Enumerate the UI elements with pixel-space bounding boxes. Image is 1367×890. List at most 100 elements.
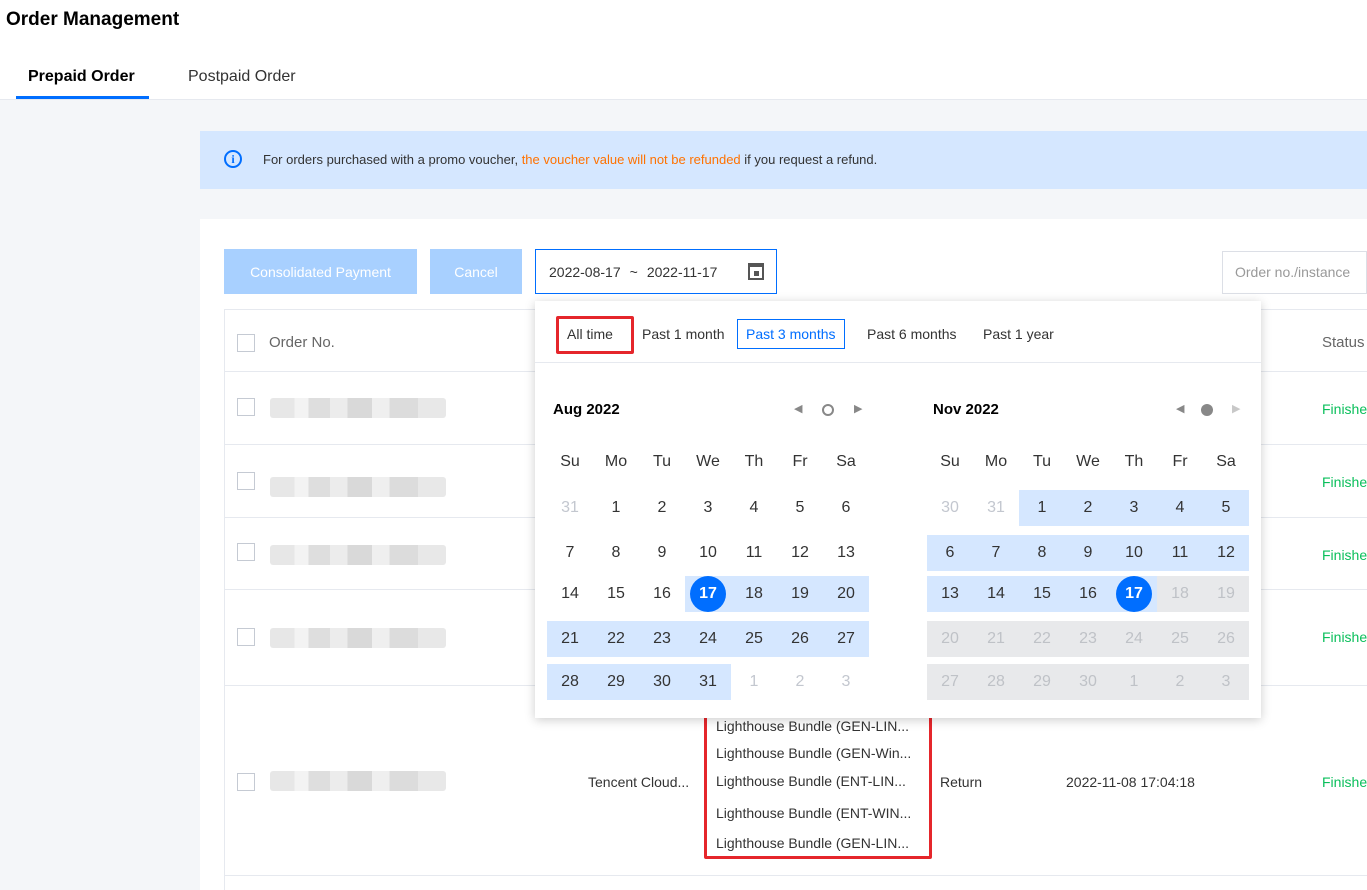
- calendar-icon[interactable]: [748, 263, 764, 280]
- calendar-day: 23: [1065, 621, 1111, 657]
- calendar-day[interactable]: 7: [973, 535, 1019, 571]
- prev-month-icon[interactable]: ◀: [1176, 402, 1184, 415]
- calendar-day[interactable]: 9: [1065, 535, 1111, 571]
- calendar-day[interactable]: 21: [547, 621, 593, 657]
- calendar-day[interactable]: 2: [639, 490, 685, 526]
- select-all-checkbox[interactable]: [237, 334, 255, 352]
- calendar-day[interactable]: 14: [973, 576, 1019, 612]
- calendar-day[interactable]: 27: [823, 621, 869, 657]
- calendar-day[interactable]: 8: [1019, 535, 1065, 571]
- row-checkbox[interactable]: [237, 543, 255, 561]
- calendar-day: 28: [973, 664, 1019, 700]
- next-month-icon[interactable]: ▶: [854, 402, 862, 415]
- page-header: Order Management Prepaid Order Postpaid …: [0, 0, 1367, 100]
- calendar-day: 18: [1157, 576, 1203, 612]
- row-checkbox[interactable]: [237, 398, 255, 416]
- calendar-day[interactable]: 4: [731, 490, 777, 526]
- product-name: Tencent Cloud...: [588, 774, 690, 790]
- calendar-day[interactable]: 7: [547, 535, 593, 571]
- calendar-day[interactable]: 25: [731, 621, 777, 657]
- order-type: Return: [940, 774, 983, 790]
- refund-notice-banner: i For orders purchased with a promo vouc…: [200, 131, 1367, 189]
- weekday-label: Fr: [1172, 453, 1188, 470]
- calendar-day[interactable]: 19: [777, 576, 823, 612]
- calendar-day[interactable]: 3: [1111, 490, 1157, 526]
- calendar-day[interactable]: 11: [731, 535, 777, 571]
- prev-month-icon[interactable]: ◀: [794, 402, 802, 415]
- notice-text-highlight: the voucher value will not be refunded: [521, 152, 741, 167]
- calendar-day[interactable]: 5: [1203, 490, 1249, 526]
- cancel-button[interactable]: Cancel: [430, 249, 522, 294]
- today-indicator-icon[interactable]: [822, 404, 834, 416]
- calendar-day[interactable]: 31: [685, 664, 731, 700]
- calendar-day[interactable]: 16: [639, 576, 685, 612]
- calendar-day[interactable]: 1: [1019, 490, 1065, 526]
- preset-past-6-months[interactable]: Past 6 months: [858, 319, 966, 349]
- preset-past-1-year[interactable]: Past 1 year: [974, 319, 1063, 349]
- order-time: 2022-11-08 17:04:18: [1066, 774, 1195, 790]
- calendar-day[interactable]: 13: [823, 535, 869, 571]
- calendar-day[interactable]: 18: [731, 576, 777, 612]
- weekday-label: Mo: [984, 453, 1008, 470]
- calendar-day[interactable]: 12: [1203, 535, 1249, 571]
- calendar-day[interactable]: 28: [547, 664, 593, 700]
- calendar-day[interactable]: 29: [593, 664, 639, 700]
- calendar-day: 2: [795, 673, 805, 690]
- calendar-day[interactable]: 13: [927, 576, 973, 612]
- date-range-input[interactable]: 2022-08-17 ~ 2022-11-17: [535, 249, 777, 294]
- weekday-label: Th: [744, 453, 764, 470]
- calendar-day: 24: [1111, 621, 1157, 657]
- calendar-day[interactable]: 3: [685, 490, 731, 526]
- redacted-order-number: [270, 545, 446, 565]
- calendar-day[interactable]: 24: [685, 621, 731, 657]
- calendar-day: 1: [749, 673, 759, 690]
- page-title: Order Management: [6, 9, 180, 30]
- calendar-day[interactable]: 17: [1111, 576, 1157, 612]
- calendar-day[interactable]: 11: [1157, 535, 1203, 571]
- status-label: Finished: [1322, 547, 1367, 563]
- calendar-day[interactable]: 14: [547, 576, 593, 612]
- date-picker-dropdown: All time Past 1 month Past 3 months Past…: [535, 301, 1261, 718]
- calendar-day[interactable]: 23: [639, 621, 685, 657]
- calendar-day: 29: [1019, 664, 1065, 700]
- calendar-day[interactable]: 17: [685, 576, 731, 612]
- calendar-day[interactable]: 20: [823, 576, 869, 612]
- calendar-day[interactable]: 4: [1157, 490, 1203, 526]
- calendar-day[interactable]: 12: [777, 535, 823, 571]
- calendar-day[interactable]: 26: [777, 621, 823, 657]
- calendar-day[interactable]: 6: [927, 535, 973, 571]
- all-time-highlight: [556, 316, 634, 354]
- calendar-day[interactable]: 5: [777, 490, 823, 526]
- status-label: Finished: [1322, 774, 1367, 790]
- preset-past-1-month[interactable]: Past 1 month: [633, 319, 734, 349]
- calendar-day: 3: [841, 673, 851, 690]
- calendar-day[interactable]: 22: [593, 621, 639, 657]
- weekday-label: Sa: [836, 453, 856, 470]
- tab-postpaid-order[interactable]: Postpaid Order: [188, 68, 296, 86]
- calendar-day[interactable]: 10: [685, 535, 731, 571]
- column-status: Status: [1322, 334, 1365, 351]
- calendar-day[interactable]: 6: [823, 490, 869, 526]
- row-checkbox[interactable]: [237, 628, 255, 646]
- calendar-day[interactable]: 15: [593, 576, 639, 612]
- calendar-day[interactable]: 16: [1065, 576, 1111, 612]
- tab-prepaid-order[interactable]: Prepaid Order: [28, 68, 135, 86]
- calendar-day[interactable]: 9: [639, 535, 685, 571]
- row-checkbox[interactable]: [237, 472, 255, 490]
- today-indicator-icon[interactable]: [1201, 404, 1213, 416]
- calendar-day[interactable]: 15: [1019, 576, 1065, 612]
- calendar-day[interactable]: 8: [593, 535, 639, 571]
- consolidated-payment-button[interactable]: Consolidated Payment: [224, 249, 417, 294]
- preset-past-3-months[interactable]: Past 3 months: [737, 319, 845, 349]
- calendar-day[interactable]: 2: [1065, 490, 1111, 526]
- calendar-day[interactable]: 1: [593, 490, 639, 526]
- redacted-order-number: [270, 398, 446, 418]
- weekday-label: Su: [560, 453, 580, 470]
- calendar-day[interactable]: 10: [1111, 535, 1157, 571]
- order-search-input[interactable]: Order no./instance: [1222, 251, 1367, 294]
- calendar-day[interactable]: 30: [639, 664, 685, 700]
- weekday-label: Mo: [604, 453, 628, 470]
- row-checkbox[interactable]: [237, 773, 255, 791]
- next-month-disabled-icon: ▶: [1232, 403, 1241, 415]
- weekday-label: We: [1076, 453, 1100, 470]
